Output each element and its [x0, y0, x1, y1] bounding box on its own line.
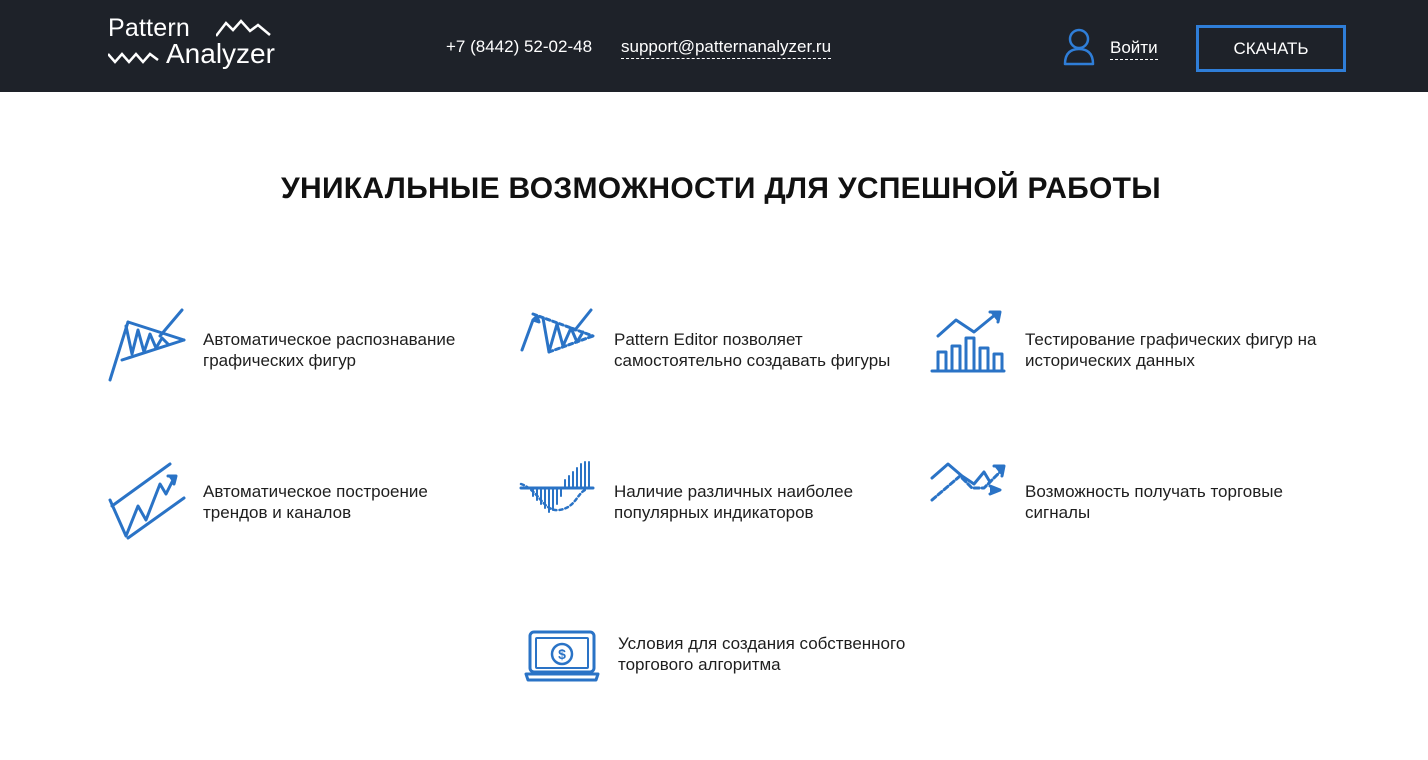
logo[interactable]: Pattern Analyzer	[108, 14, 288, 70]
feature-backtesting: Тестирование графических фигур на истори…	[930, 308, 1330, 388]
feature-line1: Автоматическое построение	[203, 482, 428, 501]
feature-line2: популярных индикаторов	[614, 503, 814, 522]
logo-line2: Analyzer	[166, 38, 275, 69]
feature-indicators: Наличие различных наиболее популярных ин…	[519, 460, 909, 540]
indicators-icon	[519, 461, 595, 513]
triangle-pattern-icon	[108, 308, 186, 382]
support-email-link[interactable]: support@patternanalyzer.ru	[621, 36, 832, 59]
login-link[interactable]: Войти	[1110, 37, 1158, 60]
feature-line1: Условия для создания собственного	[618, 634, 906, 653]
feature-line2: трендов и каналов	[203, 503, 352, 522]
feature-line1: Pattern Editor позволяет	[614, 330, 803, 349]
user-icon[interactable]	[1063, 28, 1095, 66]
feature-trade-signals: Возможность получать торговые сигналы	[930, 460, 1330, 540]
trade-signals-icon	[930, 462, 1006, 502]
feature-line2: сигналы	[1025, 503, 1091, 522]
feature-line2: самостоятельно создавать фигуры	[614, 351, 891, 370]
feature-trading-algorithm: $ Условия для создания собственного торг…	[524, 612, 924, 692]
feature-line1: Автоматическое распознавание	[203, 330, 456, 349]
feature-trend-channels: Автоматическое построение трендов и кана…	[108, 460, 488, 540]
feature-line1: Наличие различных наиболее	[614, 482, 854, 501]
pattern-editor-icon	[520, 308, 595, 354]
site-header: Pattern Analyzer +7 (8442) 52-02-48 supp…	[0, 0, 1428, 92]
feature-pattern-recognition: Автоматическое распознавание графических…	[108, 308, 488, 388]
phone-number[interactable]: +7 (8442) 52-02-48	[446, 36, 592, 58]
trend-channel-icon	[108, 462, 186, 540]
download-button[interactable]: СКАЧАТЬ	[1196, 25, 1346, 72]
feature-pattern-editor: Pattern Editor позволяет самостоятельно …	[519, 308, 909, 388]
feature-line2: графических фигур	[203, 351, 357, 370]
backtest-chart-icon	[930, 310, 1006, 373]
laptop-dollar-icon: $	[524, 630, 600, 682]
feature-line1: Возможность получать торговые	[1025, 482, 1283, 501]
section-title: УНИКАЛЬНЫЕ ВОЗМОЖНОСТИ ДЛЯ УСПЕШНОЙ РАБО…	[281, 172, 1161, 205]
feature-line2: исторических данных	[1025, 351, 1195, 370]
logo-wave-icon	[108, 52, 159, 64]
svg-text:$: $	[558, 646, 566, 662]
logo-mountain-icon	[216, 19, 271, 37]
feature-line2: торгового алгоритма	[618, 655, 781, 674]
feature-line1: Тестирование графических фигур на	[1025, 330, 1317, 349]
